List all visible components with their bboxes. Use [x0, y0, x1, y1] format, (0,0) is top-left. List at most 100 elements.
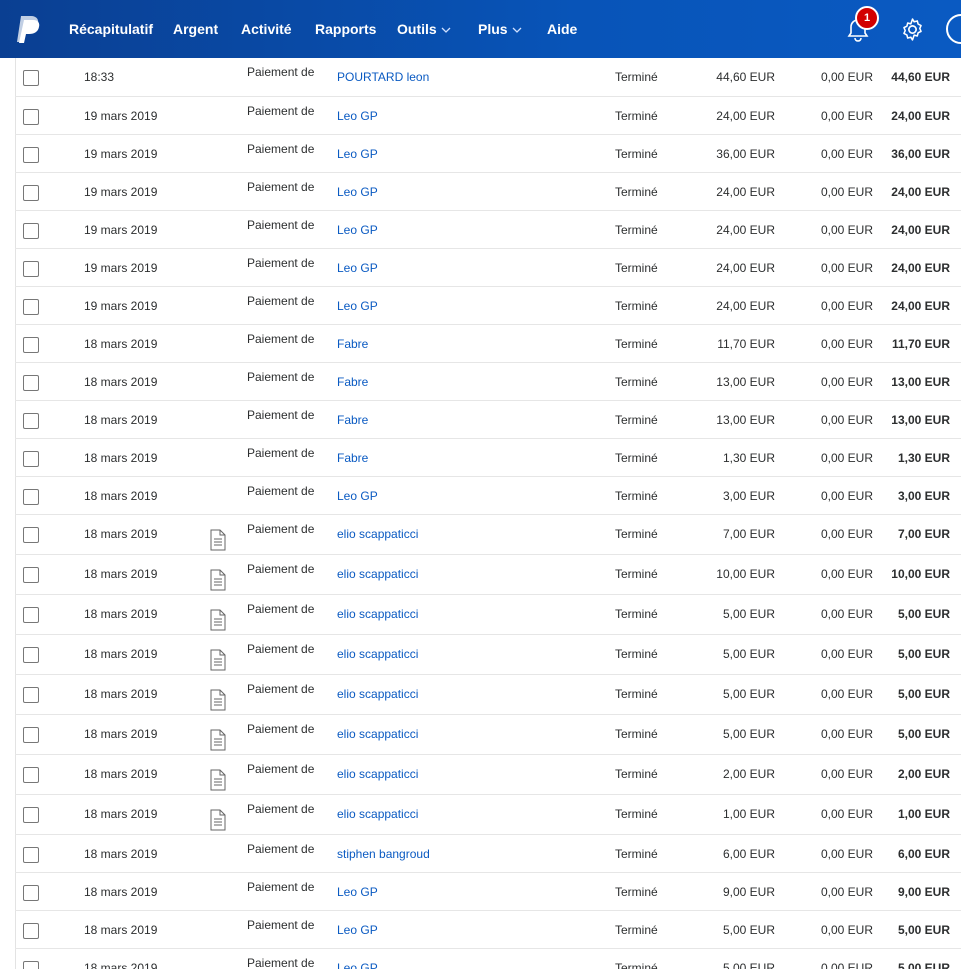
transaction-type: Paiement de: [247, 762, 315, 776]
nav-recapitulatif[interactable]: Récapitulatif: [69, 0, 153, 58]
attachment-document-icon[interactable]: [210, 729, 226, 751]
gear-icon[interactable]: [900, 17, 925, 42]
transaction-row[interactable]: 18 mars 2019 Paiement de elio scappaticci T…: [15, 795, 961, 835]
transaction-row[interactable]: 18 mars 2019 Paiement de elio scappaticci T…: [15, 515, 961, 555]
row-select-checkbox[interactable]: [23, 261, 39, 277]
row-select-checkbox[interactable]: [23, 607, 39, 623]
transaction-row[interactable]: 18 mars 2019 Paiement de elio scappaticci T…: [15, 715, 961, 755]
counterparty-link[interactable]: Fabre: [337, 451, 368, 465]
counterparty-link[interactable]: Fabre: [337, 337, 368, 351]
row-select-checkbox[interactable]: [23, 223, 39, 239]
counterparty-link[interactable]: elio scappaticci: [337, 727, 418, 741]
transaction-row[interactable]: 18 mars 2019 Paiement de Fabre Terminé 11,70…: [15, 325, 961, 363]
transaction-row[interactable]: 18 mars 2019 Paiement de Leo GP Terminé 5,00…: [15, 911, 961, 949]
transaction-row[interactable]: 19 mars 2019 Paiement de Leo GP Terminé 24,0…: [15, 287, 961, 325]
paypal-logo-icon[interactable]: [15, 14, 41, 44]
transaction-date: 19 mars 2019: [84, 223, 158, 237]
row-select-checkbox[interactable]: [23, 413, 39, 429]
counterparty-link[interactable]: elio scappaticci: [337, 527, 418, 541]
transaction-row[interactable]: 18:33 Paiement de POURTARD leon Terminé 44,6…: [15, 58, 961, 97]
counterparty-link[interactable]: Leo GP: [337, 223, 378, 237]
transaction-row[interactable]: 18 mars 2019 Paiement de Fabre Terminé 13,00…: [15, 363, 961, 401]
nav-argent[interactable]: Argent: [173, 0, 218, 58]
counterparty-link[interactable]: Leo GP: [337, 147, 378, 161]
counterparty-link[interactable]: elio scappaticci: [337, 687, 418, 701]
transaction-row[interactable]: 19 mars 2019 Paiement de Leo GP Terminé 24,0…: [15, 173, 961, 211]
attachment-document-icon[interactable]: [210, 529, 226, 551]
transaction-row[interactable]: 19 mars 2019 Paiement de Leo GP Terminé 24,0…: [15, 97, 961, 135]
transaction-row[interactable]: 18 mars 2019 Paiement de Leo GP Terminé 5,00…: [15, 949, 961, 969]
counterparty-link[interactable]: POURTARD leon: [337, 70, 429, 84]
counterparty-link[interactable]: Leo GP: [337, 299, 378, 313]
transaction-row[interactable]: 18 mars 2019 Paiement de Fabre Terminé 13,00…: [15, 401, 961, 439]
counterparty-link[interactable]: Leo GP: [337, 261, 378, 275]
counterparty-link[interactable]: stiphen bangroud: [337, 847, 430, 861]
transaction-row[interactable]: 18 mars 2019 Paiement de Leo GP Terminé 3,00…: [15, 477, 961, 515]
row-select-checkbox[interactable]: [23, 923, 39, 939]
row-select-checkbox[interactable]: [23, 451, 39, 467]
gross-amount: 10,00 EUR: [716, 567, 775, 581]
counterparty-link[interactable]: Leo GP: [337, 109, 378, 123]
row-select-checkbox[interactable]: [23, 727, 39, 743]
transaction-status: Terminé: [615, 109, 658, 123]
row-select-checkbox[interactable]: [23, 109, 39, 125]
attachment-document-icon[interactable]: [210, 649, 226, 671]
row-select-checkbox[interactable]: [23, 337, 39, 353]
avatar[interactable]: [946, 14, 961, 44]
attachment-document-icon[interactable]: [210, 609, 226, 631]
row-select-checkbox[interactable]: [23, 299, 39, 315]
counterparty-link[interactable]: Leo GP: [337, 185, 378, 199]
counterparty-link[interactable]: Fabre: [337, 413, 368, 427]
row-select-checkbox[interactable]: [23, 847, 39, 863]
net-amount: 13,00 EUR: [891, 375, 950, 389]
gross-amount: 24,00 EUR: [716, 223, 775, 237]
transaction-row[interactable]: 19 mars 2019 Paiement de Leo GP Terminé 24,0…: [15, 211, 961, 249]
nav-activite[interactable]: Activité: [241, 0, 292, 58]
transaction-row[interactable]: 18 mars 2019 Paiement de elio scappaticci T…: [15, 675, 961, 715]
counterparty-link[interactable]: Leo GP: [337, 885, 378, 899]
row-select-checkbox[interactable]: [23, 375, 39, 391]
transaction-date: 18 mars 2019: [84, 527, 158, 541]
counterparty-link[interactable]: elio scappaticci: [337, 647, 418, 661]
transaction-row[interactable]: 18 mars 2019 Paiement de elio scappaticci T…: [15, 755, 961, 795]
counterparty-link[interactable]: Fabre: [337, 375, 368, 389]
row-select-checkbox[interactable]: [23, 767, 39, 783]
counterparty-link[interactable]: Leo GP: [337, 489, 378, 503]
row-select-checkbox[interactable]: [23, 885, 39, 901]
row-select-checkbox[interactable]: [23, 489, 39, 505]
transaction-row[interactable]: 18 mars 2019 Paiement de Leo GP Terminé 9,00…: [15, 873, 961, 911]
row-select-checkbox[interactable]: [23, 807, 39, 823]
net-amount: 1,30 EUR: [897, 451, 950, 465]
row-select-checkbox[interactable]: [23, 647, 39, 663]
transaction-row[interactable]: 19 mars 2019 Paiement de Leo GP Terminé 24,0…: [15, 249, 961, 287]
transaction-row[interactable]: 18 mars 2019 Paiement de stiphen bangroud T…: [15, 835, 961, 873]
transaction-row[interactable]: 18 mars 2019 Paiement de elio scappaticci T…: [15, 595, 961, 635]
counterparty-link[interactable]: elio scappaticci: [337, 567, 418, 581]
transaction-row[interactable]: 18 mars 2019 Paiement de elio scappaticci T…: [15, 555, 961, 595]
transaction-row[interactable]: 18 mars 2019 Paiement de elio scappaticci T…: [15, 635, 961, 675]
row-select-checkbox[interactable]: [23, 147, 39, 163]
nav-outils[interactable]: Outils: [397, 0, 451, 58]
row-select-checkbox[interactable]: [23, 687, 39, 703]
counterparty-link[interactable]: elio scappaticci: [337, 807, 418, 821]
transaction-row[interactable]: 19 mars 2019 Paiement de Leo GP Terminé 36,0…: [15, 135, 961, 173]
row-select-checkbox[interactable]: [23, 961, 39, 969]
attachment-document-icon[interactable]: [210, 689, 226, 711]
row-select-checkbox[interactable]: [23, 185, 39, 201]
row-select-checkbox[interactable]: [23, 567, 39, 583]
attachment-document-icon[interactable]: [210, 809, 226, 831]
nav-plus[interactable]: Plus: [478, 0, 522, 58]
nav-rapports[interactable]: Rapports: [315, 0, 376, 58]
attachment-document-icon[interactable]: [210, 569, 226, 591]
transaction-row[interactable]: 18 mars 2019 Paiement de Fabre Terminé 1,30 …: [15, 439, 961, 477]
nav-aide[interactable]: Aide: [547, 0, 577, 58]
row-select-checkbox[interactable]: [23, 527, 39, 543]
counterparty-link[interactable]: Leo GP: [337, 923, 378, 937]
attachment-document-icon[interactable]: [210, 769, 226, 791]
counterparty-link[interactable]: elio scappaticci: [337, 767, 418, 781]
counterparty-link[interactable]: elio scappaticci: [337, 607, 418, 621]
counterparty-link[interactable]: Leo GP: [337, 961, 378, 969]
row-select-checkbox[interactable]: [23, 70, 39, 86]
transaction-type: Paiement de: [247, 562, 315, 576]
fee-amount: 0,00 EUR: [820, 767, 873, 781]
